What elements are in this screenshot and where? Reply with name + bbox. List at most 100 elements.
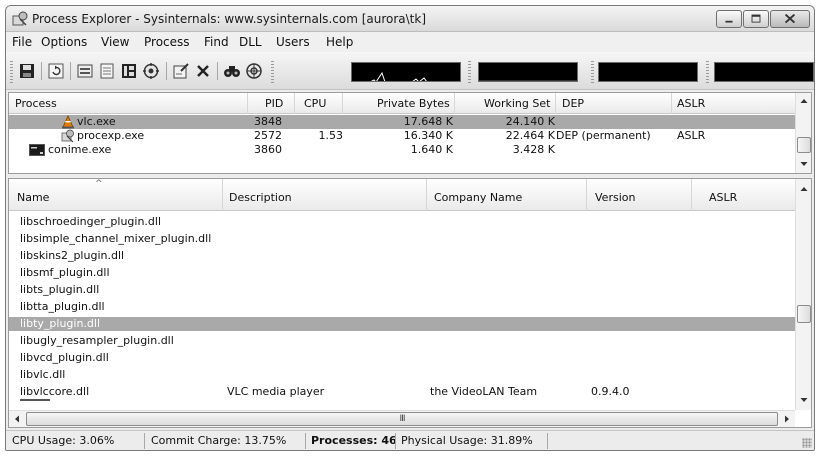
toolbar-grip[interactable] xyxy=(706,61,709,83)
save-icon[interactable] xyxy=(18,62,36,80)
menu-users[interactable]: Users xyxy=(276,35,310,49)
title-bar[interactable]: Process Explorer - Sysinternals: www.sys… xyxy=(6,6,814,32)
column-divider[interactable] xyxy=(426,179,427,211)
menu-file[interactable]: File xyxy=(12,35,32,49)
column-divider[interactable] xyxy=(342,93,343,114)
process-name: vlc.exe xyxy=(77,115,116,128)
resize-grip-icon[interactable] xyxy=(802,438,812,448)
toolbar-grip[interactable] xyxy=(271,61,274,83)
cpu-usage-status: CPU Usage: 3.06% xyxy=(12,434,115,447)
process-private-bytes: 1.640 K xyxy=(410,143,453,156)
dll-row-selected[interactable]: libty_plugin.dll xyxy=(9,317,796,331)
process-cpu: 1.53 xyxy=(318,129,344,142)
column-name[interactable]: Name xyxy=(17,191,49,204)
dll-list-vertical-scrollbar[interactable] xyxy=(795,179,812,410)
dll-list-horizontal-scrollbar[interactable]: III xyxy=(9,410,795,427)
dll-row[interactable]: libsmf_plugin.dll xyxy=(9,266,796,280)
physical-memory-graph[interactable] xyxy=(714,62,814,82)
menu-view[interactable]: View xyxy=(101,35,129,49)
column-divider[interactable] xyxy=(671,93,672,114)
find-window-icon[interactable] xyxy=(245,62,263,80)
scrollbar-thumb[interactable] xyxy=(797,137,811,153)
scroll-left-icon[interactable] xyxy=(9,411,25,427)
tree-view-icon[interactable] xyxy=(120,62,138,80)
column-divider[interactable] xyxy=(222,179,223,211)
toolbar-grip[interactable] xyxy=(468,61,471,83)
process-name: procexp.exe xyxy=(77,129,145,142)
dll-row-partial xyxy=(20,399,60,403)
column-divider[interactable] xyxy=(247,93,248,114)
properties-window-icon[interactable] xyxy=(98,62,116,80)
process-row-vlc[interactable]: vlc.exe 3848 17.648 K 24.140 K xyxy=(9,115,796,129)
minimize-button[interactable] xyxy=(716,10,742,28)
column-working-set[interactable]: Working Set xyxy=(484,97,550,110)
dll-row[interactable]: libsimple_channel_mixer_plugin.dll xyxy=(9,232,796,246)
maximize-button[interactable] xyxy=(743,10,769,28)
column-aslr[interactable]: ASLR xyxy=(677,97,705,110)
status-divider xyxy=(395,433,396,449)
toolbar-grip[interactable] xyxy=(10,61,13,83)
dll-row[interactable]: libskins2_plugin.dll xyxy=(9,249,796,263)
system-info-icon[interactable] xyxy=(76,62,94,80)
status-divider xyxy=(305,433,306,449)
column-dep[interactable]: DEP xyxy=(562,97,584,110)
scroll-down-icon[interactable] xyxy=(796,156,812,172)
column-cpu[interactable]: CPU xyxy=(304,97,326,110)
dll-list-pane: ^ Name Description Company Name Version … xyxy=(8,178,812,428)
kill-process-icon[interactable] xyxy=(194,62,212,80)
menu-options[interactable]: Options xyxy=(41,35,87,49)
commit-graph[interactable] xyxy=(478,62,578,82)
dll-name: libsimple_channel_mixer_plugin.dll xyxy=(20,232,212,245)
status-divider xyxy=(144,433,145,449)
dll-row[interactable]: libtta_plugin.dll xyxy=(9,300,796,314)
column-company-name[interactable]: Company Name xyxy=(434,191,522,204)
column-divider[interactable] xyxy=(555,93,556,114)
menu-help[interactable]: Help xyxy=(326,35,353,49)
column-private-bytes[interactable]: Private Bytes xyxy=(377,97,450,110)
cpu-graph[interactable] xyxy=(351,62,461,82)
dll-row[interactable]: libvlccore.dll VLC media player the Vide… xyxy=(9,385,796,399)
target-icon[interactable] xyxy=(142,62,160,80)
process-list-scrollbar[interactable] xyxy=(795,93,812,173)
column-divider[interactable] xyxy=(691,179,692,211)
dll-row[interactable]: libschroedinger_plugin.dll xyxy=(9,215,796,229)
close-button[interactable] xyxy=(770,10,810,28)
menu-process[interactable]: Process xyxy=(144,35,190,49)
scroll-up-icon[interactable] xyxy=(796,93,812,109)
column-divider[interactable] xyxy=(586,179,587,211)
toolbar-separator xyxy=(41,62,42,80)
column-divider[interactable] xyxy=(454,93,455,114)
toolbar-separator xyxy=(166,62,167,80)
console-icon xyxy=(29,144,45,156)
io-graph[interactable] xyxy=(598,62,698,82)
menu-dll[interactable]: DLL xyxy=(239,35,262,49)
column-version[interactable]: Version xyxy=(595,191,635,204)
column-description[interactable]: Description xyxy=(229,191,292,204)
process-pid: 3848 xyxy=(254,115,282,128)
dll-row[interactable]: libvlc.dll xyxy=(9,368,796,382)
close-icon xyxy=(784,13,796,24)
process-row-procexp[interactable]: procexp.exe 2572 1.53 16.340 K 22.464 K … xyxy=(9,129,796,143)
column-divider[interactable] xyxy=(294,93,295,114)
scrollbar-thumb[interactable] xyxy=(797,305,811,323)
dll-row[interactable]: libts_plugin.dll xyxy=(9,283,796,297)
dll-row[interactable]: libugly_resampler_plugin.dll xyxy=(9,334,796,348)
column-process[interactable]: Process xyxy=(15,97,57,110)
process-row-conime[interactable]: conime.exe 3860 1.640 K 3.428 K xyxy=(9,143,796,157)
find-icon[interactable] xyxy=(223,62,241,80)
column-aslr[interactable]: ASLR xyxy=(709,191,737,204)
scroll-down-icon[interactable] xyxy=(796,392,812,408)
dll-name: libskins2_plugin.dll xyxy=(20,249,125,262)
column-pid[interactable]: PID xyxy=(265,97,283,110)
properties-icon[interactable] xyxy=(172,62,190,80)
refresh-icon[interactable] xyxy=(47,62,65,80)
menu-find[interactable]: Find xyxy=(204,35,229,49)
process-working-set: 3.428 K xyxy=(512,143,555,156)
scroll-up-icon[interactable] xyxy=(796,181,812,197)
process-aslr: ASLR xyxy=(677,129,706,142)
scroll-right-icon[interactable] xyxy=(779,411,795,427)
dll-row[interactable]: libvcd_plugin.dll xyxy=(9,351,796,365)
toolbar-grip[interactable] xyxy=(591,61,594,83)
horizontal-scrollbar-thumb[interactable]: III xyxy=(26,412,778,426)
process-explorer-window: Process Explorer - Sysinternals: www.sys… xyxy=(5,5,815,451)
